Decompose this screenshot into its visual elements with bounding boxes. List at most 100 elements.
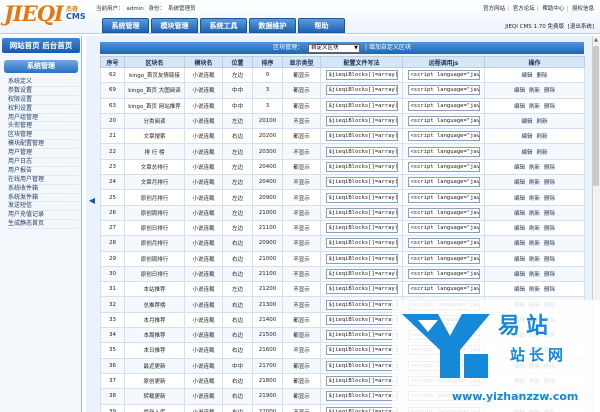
row-action-link[interactable]: 删除 (544, 165, 555, 171)
row-action-link[interactable]: 删除 (544, 196, 555, 202)
config-code-input[interactable]: $jieqiBlocks[]=array('bl (325, 207, 398, 218)
row-action-link[interactable]: 刷新 (529, 180, 540, 186)
remote-js-input[interactable]: <script language="javas (407, 146, 480, 157)
row-action-link[interactable]: 删除 (544, 257, 555, 263)
row-action-link[interactable]: 编辑 (521, 119, 532, 125)
config-code-input[interactable]: $jieqiBlocks[]=array('bl (325, 223, 398, 234)
sidebar-item[interactable]: 权利设置 (8, 105, 78, 114)
sidebar-item[interactable]: 用户报告 (8, 167, 78, 176)
sidebar-item[interactable]: 用户充值记录 (8, 211, 78, 221)
jieqi-logo[interactable]: JIEQI 杰奇 CMS (4, 2, 90, 30)
config-code-input[interactable]: $jieqiBlocks[]=array('bl (325, 192, 398, 203)
scrollbar-thumb[interactable] (593, 46, 599, 186)
remote-js-input[interactable]: <script language="javas (407, 207, 480, 218)
row-action-link[interactable]: 删除 (544, 226, 555, 232)
row-action-link[interactable]: 编辑 (514, 196, 525, 202)
row-action-link[interactable]: 刷新 (537, 134, 548, 140)
config-code-input[interactable]: $jieqiBlocks[]=array('bl (325, 100, 398, 111)
remote-js-input[interactable]: <script language="javas (407, 192, 480, 203)
config-code-input[interactable]: $jieqiBlocks[]=array('bl (325, 391, 398, 402)
row-action-link[interactable]: 编辑 (514, 211, 525, 217)
row-action-link[interactable]: 删除 (544, 88, 555, 94)
remote-js-input[interactable]: <script language="javas (407, 161, 480, 172)
config-code-input[interactable]: $jieqiBlocks[]=array('bl (325, 85, 398, 96)
scroll-up-icon[interactable]: ▲ (593, 37, 599, 44)
row-action-link[interactable]: 编辑 (514, 287, 525, 293)
row-action-link[interactable]: 编辑 (514, 226, 525, 232)
config-code-input[interactable]: $jieqiBlocks[]=array('bl (325, 131, 398, 142)
row-action-link[interactable]: 编辑 (521, 73, 532, 79)
row-action-link[interactable]: 刷新 (529, 241, 540, 247)
row-action-link[interactable]: 删除 (544, 104, 555, 110)
remote-js-input[interactable]: <script language="javas (407, 223, 480, 234)
sidebar-item[interactable]: 系统定义 (8, 78, 78, 87)
row-action-link[interactable]: 刷新 (529, 88, 540, 94)
sidebar-item[interactable]: 用户日志 (8, 158, 78, 167)
sidebar-section-title[interactable]: 系统管理 (4, 60, 78, 73)
config-code-input[interactable]: $jieqiBlocks[]=array('bl (325, 161, 398, 172)
config-code-input[interactable]: $jieqiBlocks[]=array('bl (325, 360, 398, 371)
row-action-link[interactable]: 编辑 (514, 88, 525, 94)
row-action-link[interactable]: 刷新 (529, 196, 540, 202)
row-action-link[interactable]: 删除 (544, 241, 555, 247)
row-action-link[interactable]: 编辑 (514, 165, 525, 171)
row-action-link[interactable]: 编辑 (521, 150, 532, 156)
add-custom-block-link[interactable]: | 增加自定义区块 (365, 42, 411, 54)
row-action-link[interactable]: 刷新 (529, 257, 540, 263)
row-action-link[interactable]: 刷新 (529, 272, 540, 278)
remote-js-input[interactable]: <script language="javas (407, 116, 480, 127)
row-action-link[interactable]: 刷新 (529, 211, 540, 217)
remote-js-input[interactable]: <script language="javas (407, 70, 480, 81)
config-code-input[interactable]: $jieqiBlocks[]=array('bl (325, 330, 398, 341)
remote-js-input[interactable]: <script language="javas (407, 253, 480, 264)
remote-js-input[interactable]: <script language="javas (407, 177, 480, 188)
row-action-link[interactable]: 编辑 (521, 134, 532, 140)
link-license-info[interactable]: 授权信息 (572, 6, 594, 12)
row-action-link[interactable]: 刷新 (537, 119, 548, 125)
row-action-link[interactable]: 编辑 (514, 180, 525, 186)
remote-js-input[interactable]: <script language="javas (407, 131, 480, 142)
sidebar-item[interactable]: 在线用户管理 (8, 176, 78, 185)
sidebar-item[interactable]: 用户管理 (8, 149, 78, 159)
tab-module-management[interactable]: 模块管理 (151, 18, 198, 33)
tab-system-tools[interactable]: 系统工具 (200, 18, 247, 33)
row-action-link[interactable]: 刷新 (529, 287, 540, 293)
row-action-link[interactable]: 编辑 (514, 241, 525, 247)
row-action-link[interactable]: 刷新 (529, 104, 540, 110)
remote-js-input[interactable]: <script language="javas (407, 238, 480, 249)
block-type-select[interactable]: 自定义区块 ▼ (308, 43, 361, 53)
sidebar-item[interactable]: 模块配置管理 (8, 140, 78, 150)
config-code-input[interactable]: $jieqiBlocks[]=array('bl (325, 314, 398, 325)
remote-js-input[interactable]: <script language="javas (407, 85, 480, 96)
link-help-center[interactable]: 帮助中心 (542, 6, 564, 12)
collapse-sidebar-icon[interactable]: ◀ (86, 196, 98, 205)
row-action-link[interactable]: 刷新 (529, 165, 540, 171)
config-code-input[interactable]: $jieqiBlocks[]=array('bl (325, 376, 398, 387)
sidebar-item[interactable]: 头衔管理 (8, 122, 78, 132)
row-action-link[interactable]: 删除 (537, 73, 548, 79)
config-code-input[interactable]: $jieqiBlocks[]=array('bl (325, 146, 398, 157)
tab-system-management[interactable]: 系统管理 (102, 18, 149, 33)
sidebar-item[interactable]: 区块管理 (8, 131, 78, 141)
link-official-forum[interactable]: 官方论坛 (513, 6, 535, 12)
row-action-link[interactable]: 删除 (544, 211, 555, 217)
home-links[interactable]: 网站首页 后台首页 (2, 38, 80, 53)
row-action-link[interactable]: 编辑 (514, 257, 525, 263)
tab-help[interactable]: 帮助 (298, 18, 345, 33)
row-action-link[interactable]: 删除 (544, 287, 555, 293)
row-action-link[interactable]: 删除 (544, 180, 555, 186)
config-code-input[interactable]: $jieqiBlocks[]=array('bl (325, 238, 398, 249)
config-code-input[interactable]: $jieqiBlocks[]=array('bl (325, 70, 398, 81)
logout-link[interactable]: [退出系统] (568, 24, 594, 30)
config-code-input[interactable]: $jieqiBlocks[]=array('bl (325, 177, 398, 188)
row-action-link[interactable]: 删除 (544, 272, 555, 278)
sidebar-item[interactable]: 系统收件箱 (8, 185, 78, 194)
row-action-link[interactable]: 刷新 (529, 226, 540, 232)
config-code-input[interactable]: $jieqiBlocks[]=array('bl (325, 406, 398, 412)
sidebar-item[interactable]: 生成静态首页 (8, 220, 78, 230)
remote-js-input[interactable]: <script language="javas (407, 100, 480, 111)
config-code-input[interactable]: $jieqiBlocks[]=array('bl (325, 269, 398, 279)
config-code-input[interactable]: $jieqiBlocks[]=array('bl (325, 345, 398, 356)
row-action-link[interactable]: 编辑 (514, 104, 525, 110)
row-action-link[interactable]: 刷新 (537, 150, 548, 156)
